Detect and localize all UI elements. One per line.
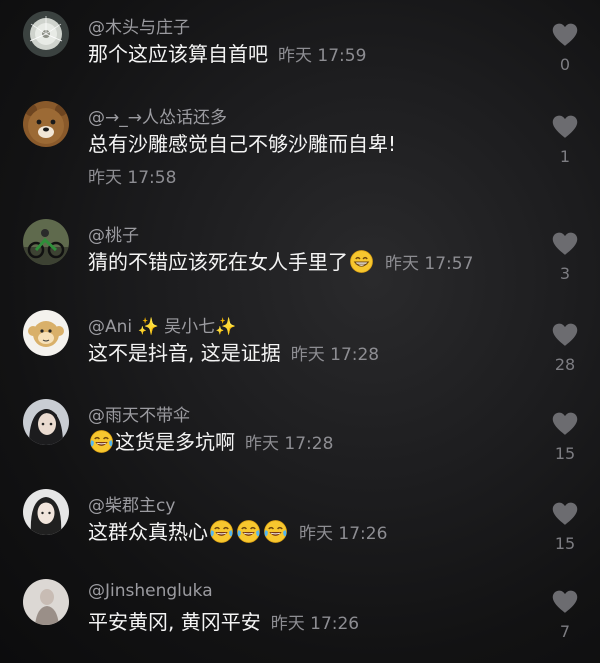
comment-body: 这货是多坑啊: [115, 430, 235, 454]
grinning-face-emoji: [349, 249, 374, 274]
username[interactable]: @Jinshengluka: [88, 581, 213, 601]
timestamp: 昨天 17:28: [245, 434, 334, 454]
username[interactable]: @→_→人怂话还多: [88, 103, 227, 128]
timestamp: 昨天 17:57: [385, 254, 474, 274]
like-button[interactable]: 3: [548, 231, 582, 283]
heart-icon: [551, 501, 579, 526]
like-count: 1: [559, 147, 571, 166]
timestamp: 昨天 17:26: [270, 614, 360, 634]
like-count: 15: [554, 534, 576, 553]
comment-body: 这群众真热心: [88, 520, 208, 544]
comment-body: 这不是抖音, 这是证据: [88, 341, 281, 365]
timestamp: 昨天 17:58: [88, 168, 177, 188]
timestamp: 昨天 17:28: [290, 345, 380, 365]
like-button[interactable]: 1: [548, 114, 582, 166]
timestamp: 昨天 17:26: [299, 524, 388, 544]
comment-text: 这货是多坑啊 昨天 17:28: [88, 429, 333, 457]
comment-body: 猜的不错应该死在女人手里了: [88, 250, 348, 274]
heart-icon: [551, 589, 579, 614]
like-count: 28: [554, 355, 576, 374]
avatar-cartoon-monkey[interactable]: [23, 310, 69, 356]
like-button[interactable]: 15: [548, 411, 582, 463]
comment-body: 那个这应该算自首吧: [88, 42, 268, 66]
laughing-tears-emoji: [236, 519, 261, 544]
avatar-dandelion[interactable]: [23, 11, 69, 57]
like-button[interactable]: 0: [548, 22, 582, 74]
comment-text: 这不是抖音, 这是证据 昨天 17:28: [88, 340, 379, 368]
username-name: @Ani: [88, 317, 138, 337]
avatar-girl[interactable]: [23, 399, 69, 445]
heart-icon: [551, 411, 579, 436]
comment-text: 这群众真热心 昨天 17:26: [88, 519, 387, 547]
heart-icon: [551, 231, 579, 256]
username[interactable]: @柴郡主cy: [88, 491, 175, 516]
heart-icon: [551, 322, 579, 347]
username-name-suffix: 吴小七: [158, 317, 216, 337]
comment-text: 平安黄冈, 黄冈平安 昨天 17:26: [88, 609, 359, 637]
like-count: 15: [554, 444, 576, 463]
username[interactable]: @桃子: [88, 221, 139, 246]
like-count: 7: [559, 622, 571, 641]
laughing-tears-emoji: [209, 519, 234, 544]
comment-text: 总有沙雕感觉自己不够沙雕而自卑!: [88, 132, 397, 156]
sparkle-icon: ✨: [215, 317, 237, 337]
like-button[interactable]: 7: [548, 589, 582, 641]
comment-text: 猜的不错应该死在女人手里了 昨天 17:57: [88, 249, 473, 277]
avatar-motorcycle[interactable]: [23, 219, 69, 265]
comment-body: 平安黄冈, 黄冈平安: [88, 610, 261, 634]
username[interactable]: @木头与庄子: [88, 13, 190, 38]
laughing-tears-emoji: [89, 429, 114, 454]
sparkle-icon: ✨: [137, 317, 159, 337]
username[interactable]: @Ani ✨ 吴小七✨: [88, 312, 236, 337]
like-count: 0: [559, 55, 571, 74]
avatar-woman[interactable]: [23, 489, 69, 535]
timestamp: 昨天 17:59: [278, 46, 367, 66]
avatar-bear[interactable]: [23, 101, 69, 147]
comment-text: 那个这应该算自首吧 昨天 17:59: [88, 41, 366, 69]
heart-icon: [551, 114, 579, 139]
username[interactable]: @雨天不带伞: [88, 401, 190, 426]
laughing-tears-emoji: [263, 519, 288, 544]
like-button[interactable]: 15: [548, 501, 582, 553]
like-button[interactable]: 28: [548, 322, 582, 374]
like-count: 3: [559, 264, 571, 283]
heart-icon: [551, 22, 579, 47]
avatar-figure[interactable]: [23, 579, 69, 625]
